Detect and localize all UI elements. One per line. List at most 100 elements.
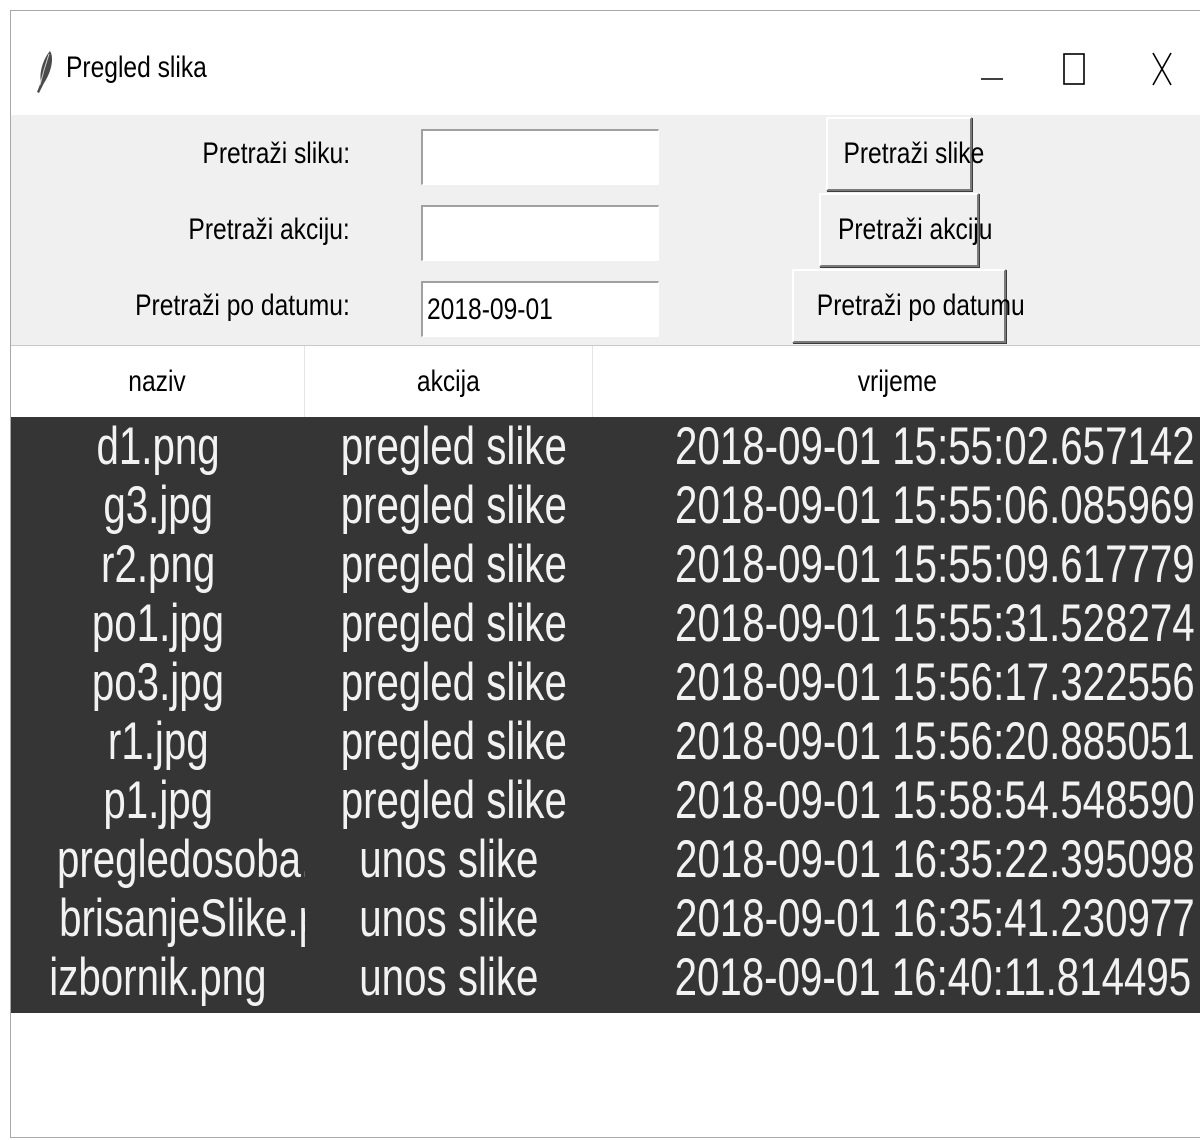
table-row[interactable]: pregledosoba.pr unos slike 2018-09-01 16…	[11, 830, 1200, 889]
cell-vrijeme: 2018-09-01 15:56:20.885051	[593, 712, 1200, 771]
table-header: naziv akcija vrijeme	[11, 345, 1200, 418]
search-images-button[interactable]: Pretraži slike	[826, 117, 984, 191]
cell-text: g3.jpg	[103, 476, 213, 535]
close-button[interactable]	[1131, 43, 1191, 97]
search-date-button-label: Pretraži po datumu	[816, 289, 1025, 322]
cell-vrijeme: 2018-09-01 15:55:06.085969	[593, 476, 1200, 535]
cell-text: pregled slike	[340, 417, 567, 476]
table-row[interactable]: izbornik.png unos slike 2018-09-01 16:40…	[11, 948, 1200, 1007]
cell-text: 2018-09-01 15:55:31.528274	[675, 594, 1195, 653]
search-image-label: Pretraži sliku:	[202, 137, 350, 170]
cell-text: p1.jpg	[103, 771, 213, 830]
cell-text: pregled slike	[340, 594, 567, 653]
cell-text: unos slike	[359, 948, 539, 1007]
cell-text: 2018-09-01 15:56:17.322556	[675, 653, 1195, 712]
cell-text: po1.jpg	[91, 594, 225, 653]
cell-text: pregled slike	[340, 476, 567, 535]
search-action-label: Pretraži akciju:	[188, 213, 350, 246]
column-header-akcija[interactable]: akcija	[305, 346, 593, 418]
cell-text: unos slike	[359, 889, 539, 948]
cell-text: pregledosoba.pr	[56, 830, 305, 889]
cell-naziv: brisanjeSlike.pnc	[11, 889, 305, 948]
column-header-label: naziv	[128, 365, 187, 398]
cell-vrijeme: 2018-09-01 16:35:41.230977	[593, 889, 1200, 948]
cell-text: 2018-09-01 16:40:11.814495	[674, 948, 1192, 1007]
cell-text: pregled slike	[340, 771, 567, 830]
cell-naziv: po3.jpg	[11, 653, 305, 712]
cell-akcija: pregled slike	[305, 653, 593, 712]
maximize-icon	[1063, 53, 1085, 85]
cell-text: 2018-09-01 15:58:54.548590	[675, 771, 1195, 830]
search-action-button-label: Pretraži akciju	[837, 213, 993, 246]
cell-text: 2018-09-01 15:55:06.085969	[675, 476, 1195, 535]
column-header-label: vrijeme	[857, 365, 937, 398]
cell-vrijeme: 2018-09-01 15:55:02.657142	[593, 417, 1200, 476]
cell-text: r1.jpg	[107, 712, 209, 771]
cell-vrijeme: 2018-09-01 15:58:54.548590	[593, 771, 1200, 830]
table-row[interactable]: po1.jpg pregled slike 2018-09-01 15:55:3…	[11, 594, 1200, 653]
cell-naziv: r1.jpg	[11, 712, 305, 771]
cell-akcija: pregled slike	[305, 476, 593, 535]
table-row[interactable]: brisanjeSlike.pnc unos slike 2018-09-01 …	[11, 889, 1200, 948]
cell-text: 2018-09-01 16:35:41.230977	[675, 889, 1195, 948]
cell-akcija: unos slike	[305, 889, 593, 948]
table-row[interactable]: d1.png pregled slike 2018-09-01 15:55:02…	[11, 417, 1200, 476]
table-row[interactable]: r2.png pregled slike 2018-09-01 15:55:09…	[11, 535, 1200, 594]
app-window: Pregled slika Pretraži sliku: Pretraži a…	[10, 10, 1200, 1138]
search-date-label: Pretraži po datumu:	[135, 289, 350, 322]
cell-naziv: g3.jpg	[11, 476, 305, 535]
cell-text: 2018-09-01 16:35:22.395098	[675, 830, 1195, 889]
cell-akcija: pregled slike	[305, 771, 593, 830]
title-bar[interactable]: Pregled slika	[11, 11, 1200, 115]
cell-text: d1.png	[96, 417, 220, 476]
cell-akcija: unos slike	[305, 948, 593, 1007]
cell-akcija: pregled slike	[305, 594, 593, 653]
minimize-button[interactable]	[961, 43, 1021, 97]
table-row[interactable]: p1.jpg pregled slike 2018-09-01 15:58:54…	[11, 771, 1200, 830]
search-date-input[interactable]	[421, 281, 659, 337]
cell-akcija: pregled slike	[305, 712, 593, 771]
cell-naziv: p1.jpg	[11, 771, 305, 830]
cell-text: 2018-09-01 15:55:09.617779	[675, 535, 1195, 594]
feather-icon	[33, 49, 55, 99]
cell-text: pregled slike	[340, 653, 567, 712]
search-date-button[interactable]: Pretraži po datumu	[792, 269, 1025, 343]
cell-text: pregled slike	[340, 712, 567, 771]
search-images-button-label: Pretraži slike	[843, 137, 985, 170]
cell-text: izbornik.png	[49, 948, 267, 1007]
cell-vrijeme: 2018-09-01 15:56:17.322556	[593, 653, 1200, 712]
cell-text: unos slike	[359, 830, 539, 889]
cell-naziv: izbornik.png	[11, 948, 305, 1007]
table-body[interactable]: d1.png pregled slike 2018-09-01 15:55:02…	[11, 417, 1200, 1013]
cell-akcija: pregled slike	[305, 417, 593, 476]
cell-akcija: unos slike	[305, 830, 593, 889]
table-row[interactable]: r1.jpg pregled slike 2018-09-01 15:56:20…	[11, 712, 1200, 771]
cell-text: brisanjeSlike.pnc	[59, 889, 305, 948]
search-action-input[interactable]	[421, 205, 659, 261]
column-header-label: akcija	[417, 365, 480, 398]
table-empty-area	[11, 1013, 1200, 1137]
cell-vrijeme: 2018-09-01 15:55:09.617779	[593, 535, 1200, 594]
cell-naziv: po1.jpg	[11, 594, 305, 653]
search-action-button[interactable]: Pretraži akciju	[819, 193, 992, 267]
cell-text: 2018-09-01 15:55:02.657142	[675, 417, 1195, 476]
cell-akcija: pregled slike	[305, 535, 593, 594]
cell-vrijeme: 2018-09-01 15:55:31.528274	[593, 594, 1200, 653]
close-icon	[1152, 52, 1172, 86]
cell-naziv: d1.png	[11, 417, 305, 476]
window-title: Pregled slika	[66, 51, 207, 84]
cell-text: pregled slike	[340, 535, 567, 594]
cell-text: po3.jpg	[91, 653, 225, 712]
cell-text: r2.png	[100, 535, 216, 594]
table-row[interactable]: po3.jpg pregled slike 2018-09-01 15:56:1…	[11, 653, 1200, 712]
search-image-input[interactable]	[421, 129, 659, 185]
table-row[interactable]: g3.jpg pregled slike 2018-09-01 15:55:06…	[11, 476, 1200, 535]
cell-naziv: r2.png	[11, 535, 305, 594]
cell-text: 2018-09-01 15:56:20.885051	[675, 712, 1195, 771]
maximize-button[interactable]	[1044, 43, 1104, 97]
cell-naziv: pregledosoba.pr	[11, 830, 305, 889]
minimize-icon	[981, 78, 1003, 80]
column-header-vrijeme[interactable]: vrijeme	[593, 346, 1200, 418]
column-header-naziv[interactable]: naziv	[11, 346, 305, 418]
cell-vrijeme: 2018-09-01 16:40:11.814495	[593, 948, 1200, 1007]
